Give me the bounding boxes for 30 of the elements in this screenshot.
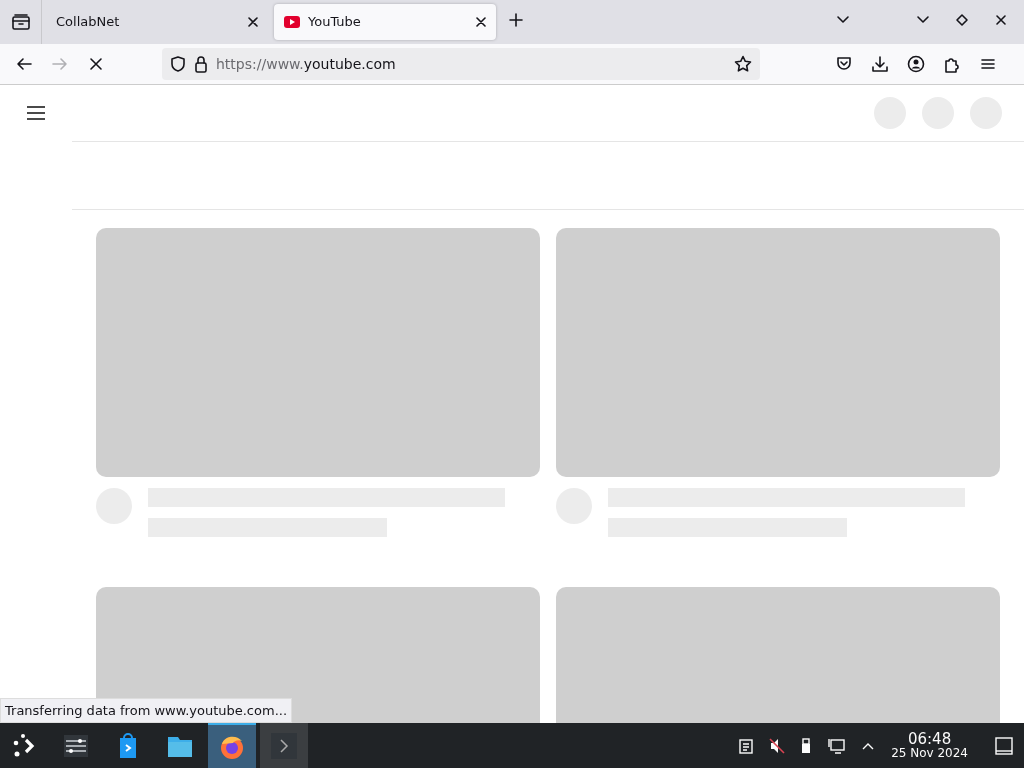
back-icon[interactable] xyxy=(15,55,33,73)
account-icon[interactable] xyxy=(907,55,925,73)
pocket-icon[interactable] xyxy=(835,55,853,73)
menu-icon[interactable] xyxy=(26,105,46,121)
browser-tab[interactable]: CollabNet xyxy=(46,4,268,40)
clock-time[interactable]: 06:48 xyxy=(907,732,952,747)
close-icon[interactable] xyxy=(248,17,258,27)
video-play-icon xyxy=(284,16,300,28)
launcher-icon[interactable] xyxy=(11,732,37,759)
status-text: Transferring data from www.youtube.com... xyxy=(0,697,293,723)
star-icon[interactable] xyxy=(734,55,752,73)
close-icon[interactable] xyxy=(476,17,486,27)
close-icon[interactable] xyxy=(994,13,1008,27)
show-desktop-icon[interactable] xyxy=(995,736,1013,755)
tab-list-icon[interactable] xyxy=(11,14,30,30)
network-monitor-icon[interactable] xyxy=(827,737,846,754)
diamond-icon[interactable] xyxy=(955,13,969,27)
muted-speaker-icon[interactable] xyxy=(769,737,786,754)
lock-icon[interactable] xyxy=(194,55,208,73)
taskbar-button[interactable] xyxy=(208,723,256,768)
terminal-icon xyxy=(270,731,298,760)
usb-drive-icon[interactable] xyxy=(801,737,812,754)
clipboard-icon[interactable] xyxy=(739,737,754,754)
new-tab-icon[interactable] xyxy=(509,13,523,27)
puzzle-icon[interactable] xyxy=(943,55,961,73)
clock-date[interactable]: 25 Nov 2024 xyxy=(891,747,968,759)
browser-tab[interactable]: YouTube xyxy=(274,4,496,40)
stop-icon[interactable] xyxy=(87,55,105,73)
download-icon[interactable] xyxy=(871,55,889,73)
shield-icon[interactable] xyxy=(170,55,186,73)
